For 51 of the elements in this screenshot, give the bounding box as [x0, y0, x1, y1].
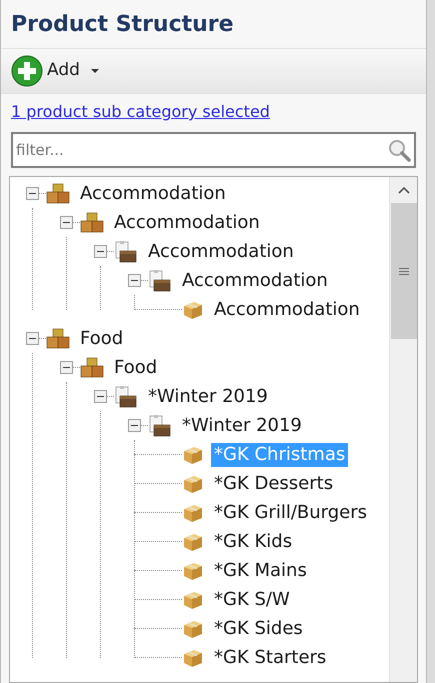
tree-item-label[interactable]: *GK Desserts — [211, 472, 336, 496]
tree-item-label[interactable]: *Winter 2019 — [145, 384, 271, 408]
collapse-toggle[interactable] — [128, 274, 141, 287]
tree-item-label[interactable]: *GK S/W — [211, 588, 293, 612]
scroll-up-icon[interactable] — [396, 185, 410, 195]
add-button[interactable]: Add — [11, 55, 100, 87]
collapse-toggle[interactable] — [26, 187, 39, 200]
clipboard-box-icon — [114, 240, 138, 262]
boxes-icon — [80, 212, 104, 234]
tree-item-label[interactable]: Accommodation — [211, 298, 363, 322]
clipboard-box-icon — [148, 414, 172, 436]
box-icon — [182, 618, 204, 638]
scroll-thumb[interactable] — [390, 203, 416, 339]
plus-icon — [11, 55, 43, 87]
collapse-toggle[interactable] — [60, 361, 73, 374]
caret-icon — [90, 68, 100, 74]
clipboard-box-icon — [148, 270, 172, 292]
box-icon — [182, 532, 204, 552]
box-icon — [182, 590, 204, 610]
tree-item-label[interactable]: *GK Kids — [211, 530, 296, 554]
tree-item-label[interactable]: *GK Starters — [211, 646, 330, 670]
collapse-toggle[interactable] — [94, 390, 107, 403]
tree-item-label[interactable]: *GK Mains — [211, 558, 310, 582]
search-icon — [387, 138, 411, 162]
tree-item-label[interactable]: *GK Grill/Burgers — [211, 500, 370, 524]
tree-item-label[interactable]: Food — [77, 326, 126, 350]
boxes-icon — [46, 328, 70, 350]
box-icon — [182, 300, 204, 320]
selection-link[interactable]: 1 product sub category selected — [11, 102, 270, 121]
box-icon — [182, 502, 204, 522]
boxes-icon — [46, 182, 70, 204]
collapse-toggle[interactable] — [60, 216, 73, 229]
box-icon — [182, 560, 204, 580]
scrollbar[interactable] — [389, 177, 417, 682]
collapse-toggle[interactable] — [26, 332, 39, 345]
tree-item-label[interactable]: Accommodation — [77, 182, 229, 206]
filter-field[interactable]: filter... — [11, 132, 416, 168]
tree-item-label[interactable]: *Winter 2019 — [179, 414, 305, 438]
tree-item-label[interactable]: Food — [111, 356, 160, 380]
collapse-toggle[interactable] — [94, 245, 107, 258]
box-icon — [182, 648, 204, 668]
box-icon — [182, 474, 204, 494]
box-icon — [182, 444, 204, 464]
tree-item-label[interactable]: Accommodation — [179, 268, 331, 292]
boxes-icon — [80, 356, 104, 378]
tree-item-label[interactable]: *GK Sides — [211, 616, 306, 640]
collapse-toggle[interactable] — [128, 419, 141, 432]
clipboard-box-icon — [114, 386, 138, 408]
tree-item-label[interactable]: Accommodation — [111, 210, 263, 234]
tree-item-label[interactable]: Accommodation — [145, 240, 297, 264]
panel-title: Product Structure — [11, 11, 235, 39]
